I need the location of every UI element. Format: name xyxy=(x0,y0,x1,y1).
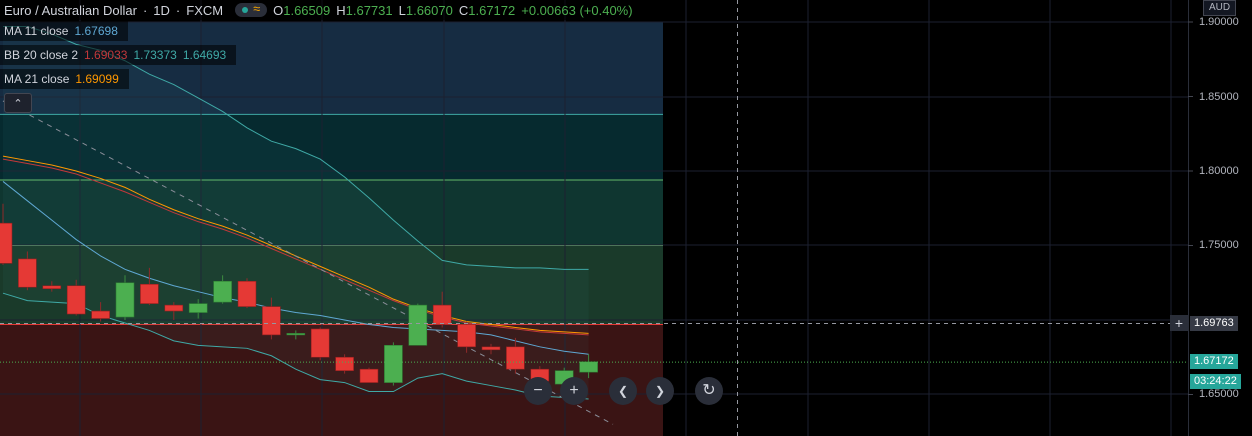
candle-body xyxy=(359,368,379,383)
zoom-out-button[interactable]: − xyxy=(524,377,552,405)
candle-body xyxy=(42,285,62,290)
low-label: L xyxy=(398,2,406,18)
chart-canvas[interactable] xyxy=(0,0,1252,436)
indicator-title: MA 11 close xyxy=(4,24,69,38)
candle-body xyxy=(481,346,501,351)
candle-body xyxy=(408,304,428,346)
crosshair-price-label: 1.69763 xyxy=(1190,316,1238,331)
interval-label[interactable]: 1D xyxy=(153,3,170,18)
add-alert-plus-button[interactable]: + xyxy=(1170,315,1188,331)
zoom-in-button[interactable]: + xyxy=(560,377,588,405)
currency-label[interactable]: AUD xyxy=(1203,0,1237,16)
chart-root[interactable]: Euro / Australian Dollar · 1D · FXCM O 1… xyxy=(0,0,1252,436)
price-tick: 1.90000 xyxy=(1199,16,1239,28)
candle-body xyxy=(310,328,330,358)
indicator-value: 1.67698 xyxy=(74,24,118,38)
candle-body xyxy=(188,303,208,313)
bar-countdown-label: 03:24:22 xyxy=(1190,374,1241,389)
candle-body xyxy=(213,280,232,303)
candle-body xyxy=(0,222,13,264)
high-value: 1.67731 xyxy=(345,2,393,18)
candle-body xyxy=(91,310,110,319)
indicator-value: 1.69033 xyxy=(84,48,128,62)
indicator-value: 1.64693 xyxy=(182,48,227,62)
price-tick: 1.80000 xyxy=(1199,165,1239,177)
indicator-legend-bb[interactable]: BB 20 close 2 1.69033 1.73373 1.64693 xyxy=(0,45,237,65)
indicator-value: 1.69099 xyxy=(75,72,119,86)
collapse-legend-button[interactable]: ⌃ xyxy=(4,93,32,113)
last-price-label: 1.67172 xyxy=(1190,354,1238,369)
change-value: +0.00663 (+0.40%) xyxy=(521,2,633,18)
high-label: H xyxy=(336,2,346,18)
symbol-name[interactable]: Euro / Australian Dollar xyxy=(4,3,137,18)
price-tick: 1.85000 xyxy=(1199,91,1239,103)
symbol-header[interactable]: Euro / Australian Dollar · 1D · FXCM O 1… xyxy=(0,0,643,20)
reset-chart-button[interactable]: ↻ xyxy=(695,377,723,405)
indicator-title: BB 20 close 2 xyxy=(4,48,79,62)
symbol-separator: · xyxy=(175,2,181,18)
candle-body xyxy=(18,258,37,288)
candle-body xyxy=(164,304,184,312)
indicator-legend-ma11[interactable]: MA 11 close 1.67698 xyxy=(0,21,128,41)
open-label: O xyxy=(273,2,284,18)
candle-body xyxy=(335,356,354,371)
close-value: 1.67172 xyxy=(468,2,516,18)
price-tick: 1.65000 xyxy=(1199,388,1239,400)
scroll-left-button[interactable]: ❮ xyxy=(609,377,637,405)
symbol-separator: · xyxy=(142,2,148,18)
candle-body xyxy=(66,285,86,315)
candle-body xyxy=(115,282,135,318)
candle-body xyxy=(579,361,598,373)
close-label: C xyxy=(458,2,469,18)
candle-body xyxy=(262,306,281,336)
candle-body xyxy=(457,324,476,348)
candle-body xyxy=(506,346,525,370)
open-value: 1.66509 xyxy=(283,2,331,18)
low-value: 1.66070 xyxy=(405,2,453,18)
candle-body xyxy=(237,280,257,307)
scroll-right-button[interactable]: ❯ xyxy=(646,377,674,405)
indicator-value: 1.73373 xyxy=(133,48,177,62)
candle-body xyxy=(432,304,452,325)
indicator-title: MA 21 close xyxy=(4,72,70,86)
market-status-icon[interactable] xyxy=(235,1,268,17)
exchange-label: FXCM xyxy=(186,2,224,18)
candle-body xyxy=(384,345,403,383)
price-tick: 1.75000 xyxy=(1199,239,1239,251)
candle-body xyxy=(140,283,159,304)
indicator-legend-ma21[interactable]: MA 21 close 1.69099 xyxy=(0,69,129,89)
candle-body xyxy=(286,333,306,336)
